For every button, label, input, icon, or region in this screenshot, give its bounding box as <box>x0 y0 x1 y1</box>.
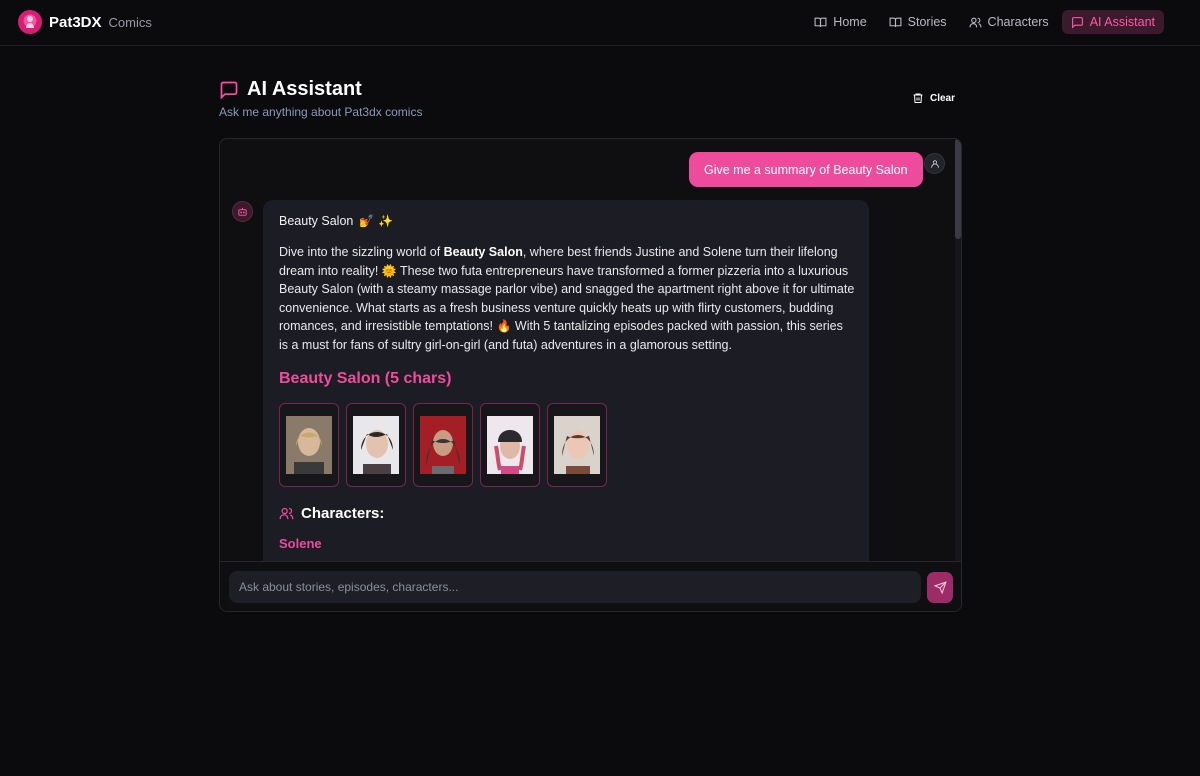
book-open-icon <box>814 17 827 27</box>
users-icon <box>969 17 982 27</box>
chat-panel: Give me a summary of Beauty Salon Beauty… <box>219 138 962 612</box>
scrollbar-thumb[interactable] <box>955 139 961 239</box>
main-nav: Home Stories Characters AI Assistant <box>805 10 1164 34</box>
user-message-bubble: Give me a summary of Beauty Salon <box>689 152 923 187</box>
nav-stories[interactable]: Stories <box>880 10 956 34</box>
nav-home-label: Home <box>833 15 867 29</box>
chat-messages[interactable]: Give me a summary of Beauty Salon Beauty… <box>220 139 961 561</box>
assistant-message-bubble: Beauty Salon 💅 ✨ Dive into the sizzling … <box>263 200 869 561</box>
bot-icon <box>238 207 247 216</box>
characters-heading: Characters: <box>279 505 853 522</box>
fire-emoji: 🔥 <box>496 319 512 333</box>
send-button[interactable] <box>927 572 953 603</box>
character-name: Solene <box>279 536 322 551</box>
send-icon <box>933 581 947 594</box>
nav-ai-assistant[interactable]: AI Assistant <box>1061 10 1164 34</box>
story-section-title: Beauty Salon (5 chars) <box>279 370 452 387</box>
clear-button[interactable]: Clear <box>908 89 959 107</box>
nav-ai-assistant-label: AI Assistant <box>1089 15 1155 29</box>
character-thumbnail[interactable] <box>547 403 607 487</box>
trash-icon <box>913 93 923 103</box>
nav-home[interactable]: Home <box>805 10 875 34</box>
user-avatar <box>924 153 945 174</box>
chat-input-row <box>220 561 961 611</box>
nav-stories-label: Stories <box>907 15 947 29</box>
character-thumbnail[interactable] <box>480 403 540 487</box>
users-icon <box>279 507 294 520</box>
brand-logo-icon <box>18 10 42 34</box>
nail-sparkle-emoji: 💅 ✨ <box>359 214 394 228</box>
nav-characters[interactable]: Characters <box>960 10 1058 34</box>
book-open-icon <box>889 17 902 27</box>
chat-scrollbar[interactable] <box>955 139 961 561</box>
page-title-text: AI Assistant <box>247 78 362 100</box>
character-portrait <box>353 416 399 474</box>
character-portrait <box>554 416 600 474</box>
sun-emoji: 🌞 <box>381 263 397 278</box>
page-title: AI Assistant <box>219 78 362 101</box>
clear-button-label: Clear <box>930 92 956 104</box>
brand-subtitle: Comics <box>108 14 152 30</box>
chat-input[interactable] <box>229 571 921 603</box>
summary-paragraph: Dive into the sizzling world of Beauty S… <box>279 243 855 354</box>
para-intro: Dive into the sizzling world of <box>279 245 444 259</box>
page-subtitle: Ask me anything about Pat3dx comics <box>219 105 423 119</box>
character-thumbnail[interactable] <box>279 403 339 487</box>
user-icon <box>930 159 939 168</box>
message-square-icon <box>220 81 238 100</box>
nav-characters-label: Characters <box>987 15 1049 29</box>
character-portrait <box>420 416 466 474</box>
character-portrait <box>487 416 533 474</box>
message-heading: Beauty Salon 💅 ✨ <box>279 212 853 230</box>
message-square-icon <box>1071 16 1083 29</box>
para-bold-title: Beauty Salon <box>443 245 523 259</box>
character-thumbnail[interactable] <box>413 403 473 487</box>
character-thumbnails <box>279 403 853 487</box>
bot-avatar <box>232 201 253 222</box>
character-thumbnail[interactable] <box>346 403 406 487</box>
message-heading-text: Beauty Salon <box>279 214 354 228</box>
brand-link[interactable]: Pat3DX Comics <box>18 10 152 34</box>
brand-name: Pat3DX <box>49 13 102 31</box>
characters-heading-text: Characters: <box>301 505 385 522</box>
character-portrait <box>286 416 332 474</box>
top-navigation-bar: Pat3DX Comics Home Stories Characters AI… <box>0 0 1200 46</box>
